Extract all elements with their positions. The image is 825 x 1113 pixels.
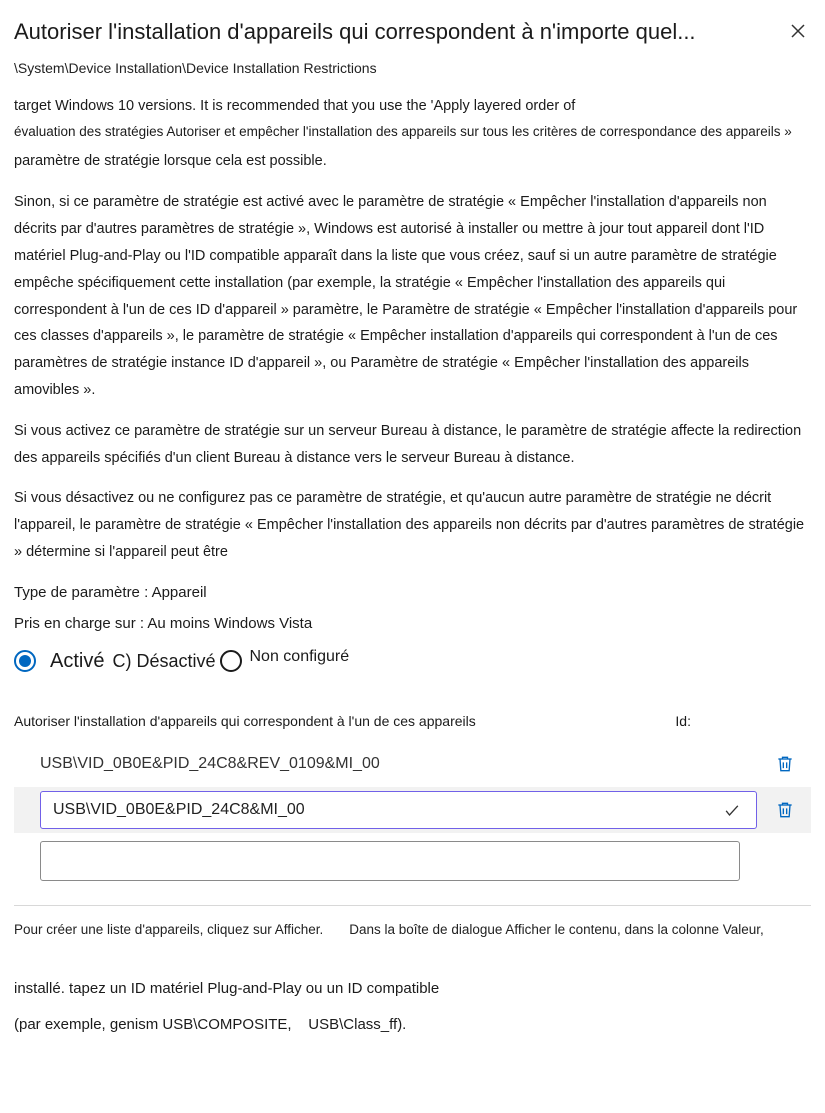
trailing-line: (par exemple, genism USB\COMPOSITE, [14,1016,292,1033]
delete-button[interactable] [769,748,801,780]
radio-not-configured[interactable] [220,650,242,672]
list-item: USB\VID_0B0E&PID_24C8&REV_0109&MI_00 [14,741,811,787]
check-icon [722,800,742,820]
list-label: Autoriser l'installation d'appareils qui… [14,713,476,729]
radio-enabled[interactable] [14,650,36,672]
list-item-input[interactable] [53,801,720,819]
description-line: évaluation des stratégies Autoriser et e… [14,120,811,145]
radio-disabled-label[interactable]: C) Désactivé [112,651,215,672]
list-footnote: Pour créer une liste d'appareils, clique… [14,922,811,937]
page-title: Autoriser l'installation d'appareils qui… [14,18,696,46]
trailing-line: installé. tapez un ID matériel Plug-and-… [14,971,811,1007]
state-radio-group: Activé C) Désactivé Non configuré [14,650,811,673]
description-text: target Windows 10 versions. It is recomm… [14,86,811,566]
description-cut-line: target Windows 10 versions. It is recomm… [14,93,811,120]
list-item [14,787,811,833]
description-paragraph: Si vous activez ce paramètre de stratégi… [14,418,811,472]
confirm-button[interactable] [720,794,744,826]
supported-on: Pris en charge sur : Au moins Windows Vi… [14,615,811,632]
list-label-id: Id: [675,713,691,729]
new-item-input[interactable] [40,841,740,881]
description-line: paramètre de stratégie lorsque cela est … [14,153,327,169]
trash-icon [775,754,795,774]
trailing-text: installé. tapez un ID matériel Plug-and-… [14,971,811,1043]
footnote-left: Pour créer une liste d'appareils, clique… [14,922,323,937]
device-id-list: USB\VID_0B0E&PID_24C8&REV_0109&MI_00 [14,741,811,881]
radio-enabled-label[interactable]: Activé [50,650,104,673]
list-item-text: USB\VID_0B0E&PID_24C8&REV_0109&MI_00 [40,755,713,773]
divider [14,905,811,906]
footnote-right: Dans la boîte de dialogue Afficher le co… [349,922,764,937]
setting-type: Type de paramètre : Appareil [14,584,811,601]
trailing-line: USB\Class_ff). [308,1016,406,1033]
list-item-input-wrapper [40,791,757,829]
description-paragraph: Si vous désactivez ou ne configurez pas … [14,485,811,565]
close-button[interactable] [785,18,811,44]
trash-icon [775,800,795,820]
description-paragraph: Sinon, si ce paramètre de stratégie est … [14,189,811,404]
breadcrumb: \System\Device Installation\Device Insta… [14,60,811,76]
radio-not-configured-label[interactable]: Non configuré [250,648,350,666]
close-icon [790,23,806,39]
delete-button[interactable] [769,794,801,826]
